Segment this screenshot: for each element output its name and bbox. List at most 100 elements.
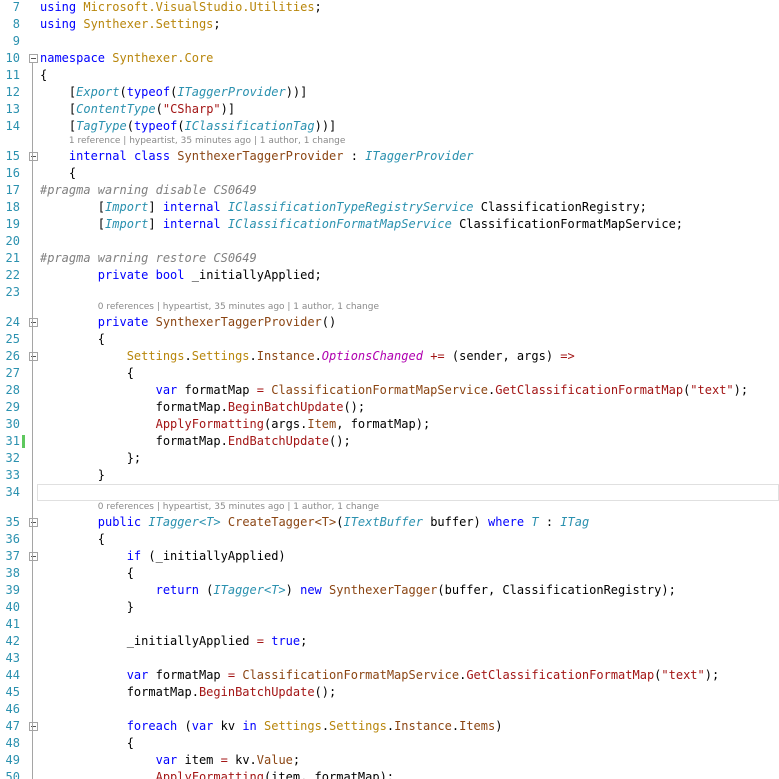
- change-marker: [22, 435, 25, 448]
- codelens-line[interactable]: 0 references | hypeartist, 35 minutes ag…: [0, 301, 779, 314]
- collapse-icon[interactable]: [29, 152, 38, 161]
- code-line[interactable]: 11 {: [0, 67, 779, 84]
- code-line[interactable]: 43: [0, 650, 779, 667]
- token-plain: ): [545, 349, 561, 363]
- code-line[interactable]: 21 #pragma warning restore CS0649: [0, 250, 779, 267]
- code-line[interactable]: 18 [Import] internal IClassificationType…: [0, 199, 779, 216]
- code-line[interactable]: 9: [0, 33, 779, 50]
- line-number: 29: [5, 400, 20, 414]
- code-line[interactable]: 20: [0, 233, 779, 250]
- token-plain: .: [321, 719, 330, 733]
- code-line[interactable]: 34: [0, 484, 779, 501]
- token-plain: formatMap.: [126, 685, 199, 699]
- code-line[interactable]: 39 return (ITagger<T>) new SynthexerTagg…: [0, 582, 779, 599]
- code-line[interactable]: 32 };: [0, 450, 779, 467]
- code-line[interactable]: 16 {: [0, 165, 779, 182]
- code-line[interactable]: 15 internal class SynthexerTaggerProvide…: [0, 148, 779, 165]
- line-number: 43: [5, 651, 20, 665]
- code-line[interactable]: 37 if (_initiallyApplied): [0, 548, 779, 565]
- code-line[interactable]: 26 Settings.Settings.Instance.OptionsCha…: [0, 348, 779, 365]
- collapse-icon[interactable]: [29, 552, 38, 561]
- code-line[interactable]: 8 using Synthexer.Settings;: [0, 16, 779, 33]
- codelens-text[interactable]: 1 reference | hypeartist, 35 minutes ago…: [69, 135, 346, 148]
- token-member: Items: [459, 719, 496, 733]
- code-line[interactable]: 41: [0, 616, 779, 633]
- token-plain: _initiallyApplied;: [184, 268, 322, 282]
- code-text: #pragma warning disable CS0649: [40, 182, 257, 199]
- code-line[interactable]: 45 formatMap.BeginBatchUpdate();: [0, 684, 779, 701]
- token-member: Instance: [394, 719, 452, 733]
- code-line[interactable]: 14 [TagType(typeof(IClassificationTag))]: [0, 118, 779, 135]
- collapse-icon[interactable]: [29, 722, 38, 731]
- code-line[interactable]: 13 [ContentType("CSharp")]: [0, 101, 779, 118]
- token-plain: formatMap.: [155, 400, 228, 414]
- collapse-icon[interactable]: [29, 352, 38, 361]
- code-line[interactable]: 12 [Export(typeof(ITaggerProvider))]: [0, 84, 779, 101]
- code-line[interactable]: 28 var formatMap = ClassificationFormatM…: [0, 382, 779, 399]
- code-line[interactable]: 36 {: [0, 531, 779, 548]
- token-type: IClassificationFormatMapService: [227, 217, 452, 231]
- token-keyword: using: [40, 0, 77, 14]
- code-editor[interactable]: 7 using Microsoft.VisualStudio.Utilities;…: [0, 0, 779, 779]
- code-line[interactable]: 17 #pragma warning disable CS0649: [0, 182, 779, 199]
- code-line[interactable]: 7 using Microsoft.VisualStudio.Utilities;: [0, 0, 779, 16]
- code-line[interactable]: 33 }: [0, 467, 779, 484]
- code-line[interactable]: 25 {: [0, 331, 779, 348]
- code-line[interactable]: 10 namespace Synthexer.Core: [0, 50, 779, 67]
- line-number: 19: [5, 217, 20, 231]
- token-keyword: true: [271, 634, 301, 648]
- token-plain: .: [249, 349, 257, 363]
- code-line[interactable]: 30 ApplyFormatting(args.Item, formatMap)…: [0, 416, 779, 433]
- line-number: 8: [12, 17, 20, 31]
- code-line[interactable]: 38 {: [0, 565, 779, 582]
- code-line[interactable]: 22 private bool _initiallyApplied;: [0, 267, 779, 284]
- code-line[interactable]: 46: [0, 701, 779, 718]
- token-method: GetClassificationFormatMap: [466, 668, 655, 682]
- token-eventname: OptionsChanged: [321, 349, 423, 363]
- code-text: };: [40, 450, 141, 467]
- code-line[interactable]: 23: [0, 284, 779, 301]
- token-method: =>: [560, 349, 575, 363]
- code-text: }: [40, 599, 134, 616]
- token-plain: (): [321, 315, 337, 329]
- code-text: [TagType(typeof(IClassificationTag))]: [40, 118, 336, 135]
- collapse-icon[interactable]: [29, 518, 38, 527]
- token-namespace: Settings: [191, 349, 250, 363]
- code-line[interactable]: 24 private SynthexerTaggerProvider(): [0, 314, 779, 331]
- token-plain: (: [177, 119, 185, 133]
- code-line[interactable]: 42 _initiallyApplied = true;: [0, 633, 779, 650]
- token-method: =: [256, 383, 264, 397]
- line-number: 48: [5, 736, 20, 750]
- code-line[interactable]: 29 formatMap.BeginBatchUpdate();: [0, 399, 779, 416]
- code-line[interactable]: 47 foreach (var kv in Settings.Settings.…: [0, 718, 779, 735]
- token-keyword: new: [300, 583, 322, 597]
- token-plain: sender: [459, 349, 503, 363]
- code-text: ApplyFormatting(item, formatMap);: [40, 769, 394, 779]
- code-line[interactable]: 27 {: [0, 365, 779, 382]
- token-plain: ]: [148, 217, 163, 231]
- code-line[interactable]: 48 {: [0, 735, 779, 752]
- code-line[interactable]: 50 ApplyFormatting(item, formatMap);: [0, 769, 779, 779]
- code-line[interactable]: 31 formatMap.EndBatchUpdate();: [0, 433, 779, 450]
- collapse-icon[interactable]: [29, 318, 38, 327]
- token-plain: :: [343, 149, 366, 163]
- codelens-text[interactable]: 0 references | hypeartist, 35 minutes ag…: [98, 301, 379, 314]
- code-line[interactable]: 19 [Import] internal IClassificationForm…: [0, 216, 779, 233]
- line-number: 23: [5, 285, 20, 299]
- token-type: ContentType: [76, 102, 156, 116]
- token-member: CreateTagger<T>: [227, 515, 337, 529]
- token-method: +=: [430, 349, 445, 363]
- code-line[interactable]: 49 var item = kv.Value;: [0, 752, 779, 769]
- codelens-text[interactable]: 0 references | hypeartist, 35 minutes ag…: [98, 501, 379, 514]
- code-line[interactable]: 35 public ITagger<T> CreateTagger<T>(ITe…: [0, 514, 779, 531]
- codelens-line[interactable]: 0 references | hypeartist, 35 minutes ag…: [0, 501, 779, 514]
- token-type: IClassificationTypeRegistryService: [227, 200, 474, 214]
- codelens-line[interactable]: 1 reference | hypeartist, 35 minutes ago…: [0, 135, 779, 148]
- code-text: private SynthexerTaggerProvider(): [40, 314, 336, 331]
- token-plain: );: [704, 668, 720, 682]
- code-line[interactable]: 40 }: [0, 599, 779, 616]
- token-plain: item: [177, 753, 221, 767]
- code-line[interactable]: 44 var formatMap = ClassificationFormatM…: [0, 667, 779, 684]
- collapse-icon[interactable]: [29, 54, 38, 63]
